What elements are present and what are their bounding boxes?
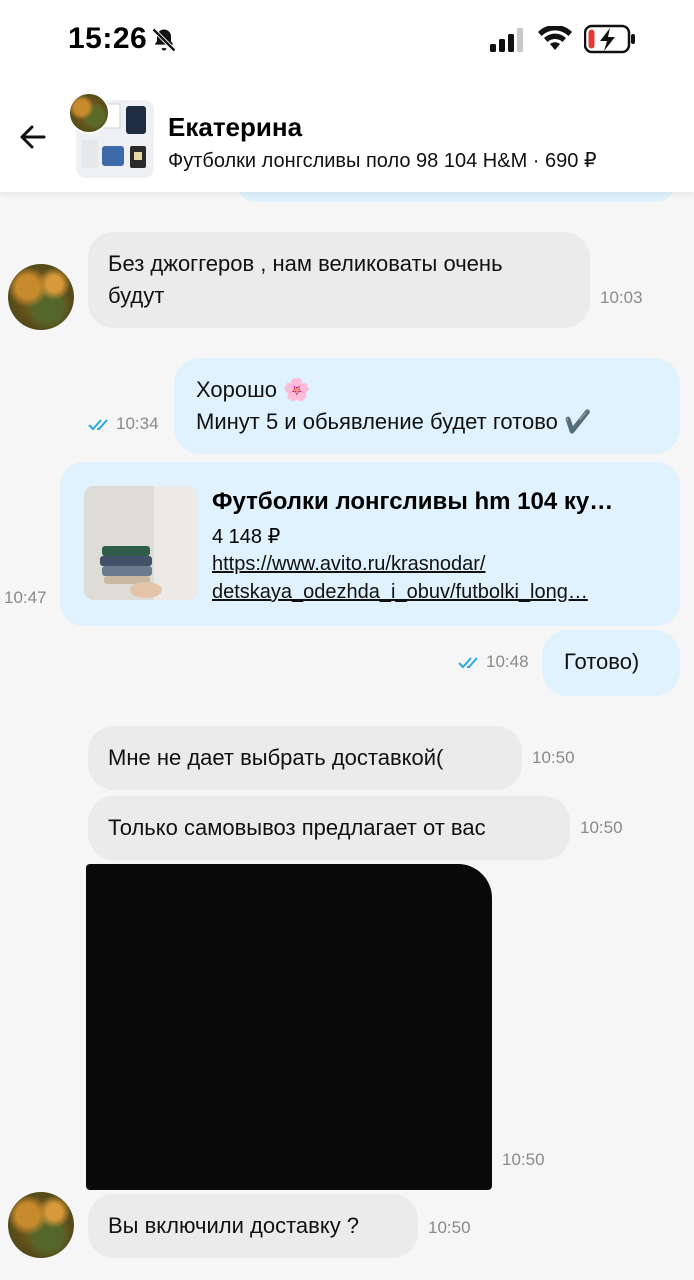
battery-charging-icon [584,24,635,54]
listing-card[interactable]: Футболки лонгсливы hm 104 ку… 4 148 ₽ ht… [60,462,680,626]
avatar[interactable] [8,1192,74,1258]
message-time: 10:48 [486,652,529,671]
message-time: 10:47 [4,588,47,607]
arrow-left-icon[interactable] [16,120,50,154]
message-text: Без джоггеров , нам великоваты очень [108,251,503,276]
message-time: 10:34 [116,414,159,433]
listing-card-image[interactable] [84,486,198,600]
message-time: 10:50 [532,748,575,767]
message-text: Мне не дает выбрать доставкой( [108,745,444,770]
message-bubble[interactable]: Мне не дает выбрать доставкой( [88,726,522,790]
chat-header: Екатерина Футболки лонгсливы поло 98 104… [0,80,694,192]
message-time: 10:03 [600,288,643,307]
message-text: Хорошо 🌸 [196,377,311,402]
message-bubble[interactable]: Вы включили доставку ? [88,1194,418,1258]
double-check-icon [88,419,108,431]
wifi-icon [538,26,572,50]
listing-price: 4 148 ₽ [212,526,281,548]
message-text: Минут 5 и обьявление будет готово ✔️ [196,409,592,434]
listing-title[interactable]: Футболки лонгсливы hm 104 ку… [212,488,613,516]
signal-icon [490,28,523,52]
listing-link[interactable]: detskaya_odezhda_i_obuv/futbolki_long… [212,578,588,606]
message-image[interactable] [86,864,492,1190]
message-bubble[interactable]: Без джоггеров , нам великоваты очень буд… [88,232,590,328]
message-time: 10:50 [428,1218,471,1237]
message-bubble[interactable]: Хорошо 🌸 Минут 5 и обьявление будет гото… [174,358,680,454]
listing-subtitle[interactable]: Футболки лонгсливы поло 98 104 H&M · 690… [168,148,597,173]
contact-name[interactable]: Екатерина [168,112,302,143]
message-text: Только самовывоз предлагает от вас [108,815,486,840]
double-check-icon [458,657,478,669]
message-text: будут [108,283,165,308]
clothes-stack-image-icon [84,486,198,600]
message-text: Готово) [564,649,640,674]
previous-message-bubble[interactable] [236,192,676,202]
avatar[interactable] [8,264,74,330]
status-bar: 15:26 [0,0,694,80]
message-text: Вы включили доставку ? [108,1213,360,1238]
message-list[interactable]: Без джоггеров , нам великоваты очень буд… [0,192,694,1280]
message-bubble[interactable]: Готово) [542,630,680,696]
message-bubble[interactable]: Только самовывоз предлагает от вас [88,796,570,860]
listing-link[interactable]: https://www.avito.ru/krasnodar/ [212,550,485,578]
bell-muted-icon [152,28,176,52]
message-time: 10:50 [580,818,623,837]
avatar[interactable] [68,92,110,134]
message-time: 10:50 [502,1150,545,1169]
status-time: 15:26 [68,22,148,55]
